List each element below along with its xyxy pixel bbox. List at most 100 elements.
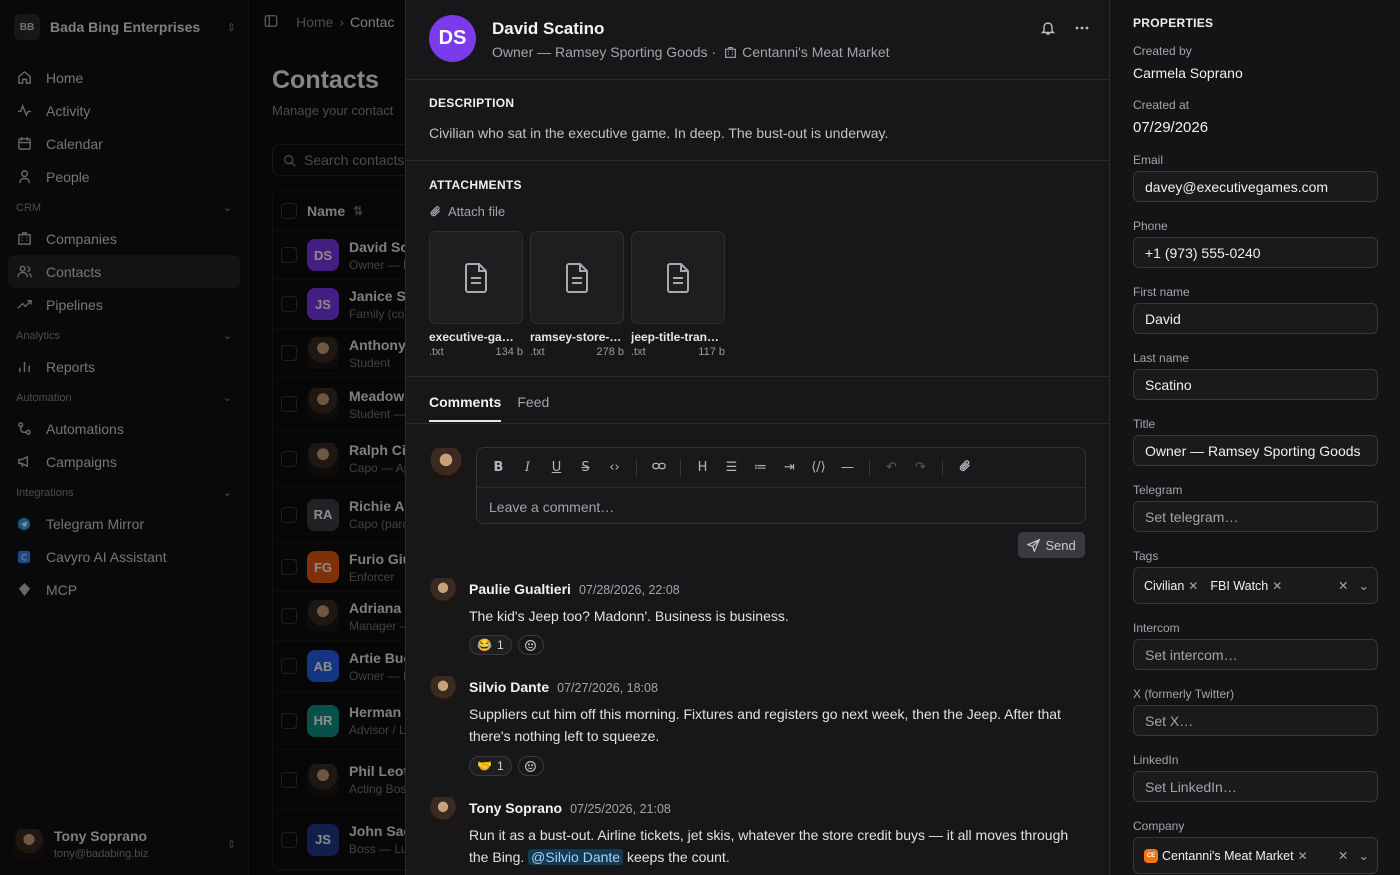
table-row[interactable]: DS David Sc Owner — R bbox=[273, 231, 410, 280]
remove-company-icon[interactable]: ✕ bbox=[1298, 849, 1308, 863]
attachment-preview[interactable] bbox=[631, 231, 725, 324]
email-field[interactable]: davey@executivegames.com bbox=[1133, 171, 1378, 202]
add-reaction-icon[interactable] bbox=[517, 635, 544, 655]
nav-mcp[interactable]: MCP bbox=[8, 573, 240, 606]
row-checkbox[interactable] bbox=[281, 712, 297, 729]
user-mention[interactable]: @Silvio Dante bbox=[528, 849, 624, 865]
attachment-preview[interactable] bbox=[429, 231, 523, 324]
attachment-card[interactable]: ramsey-store-c… .txt 278 b bbox=[530, 231, 624, 358]
nav-section-analytics[interactable]: Analytics ⌄ bbox=[8, 321, 240, 350]
nav-cavyro[interactable]: C Cavyro AI Assistant bbox=[8, 540, 240, 573]
nav-section-integrations[interactable]: Integrations ⌄ bbox=[8, 478, 240, 507]
row-checkbox[interactable] bbox=[281, 608, 297, 624]
last-name-field[interactable]: Scatino bbox=[1133, 369, 1378, 400]
paperclip-icon[interactable] bbox=[957, 459, 972, 477]
nav-activity[interactable]: Activity bbox=[8, 94, 240, 127]
row-checkbox[interactable] bbox=[281, 450, 297, 467]
indent-icon[interactable]: ⇥ bbox=[782, 460, 797, 475]
undo-icon[interactable]: ↶ bbox=[884, 460, 899, 475]
reaction-chip[interactable]: 😂 1 bbox=[469, 635, 512, 655]
table-row[interactable]: JS Janice S Family (con bbox=[273, 280, 410, 329]
search-input[interactable]: Search contacts bbox=[272, 144, 410, 176]
reaction-chip[interactable]: 🤝 1 bbox=[469, 756, 512, 776]
linkedin-field[interactable]: Set LinkedIn… bbox=[1133, 771, 1378, 802]
row-checkbox[interactable] bbox=[281, 771, 297, 788]
attachment-card[interactable]: jeep-title-trans… .txt 117 b bbox=[631, 231, 725, 358]
numbered-list-icon[interactable]: ≔ bbox=[753, 460, 768, 475]
intercom-field[interactable]: Set intercom… bbox=[1133, 639, 1378, 670]
row-checkbox[interactable] bbox=[281, 247, 297, 263]
attachment-preview[interactable] bbox=[530, 231, 624, 324]
company-select[interactable]: CE Centanni's Meat Market ✕ ✕ ⌄ bbox=[1133, 837, 1378, 874]
row-checkbox[interactable] bbox=[281, 296, 297, 312]
title-field[interactable]: Owner — Ramsey Sporting Goods bbox=[1133, 435, 1378, 466]
bullet-list-icon[interactable]: ☰ bbox=[724, 460, 739, 475]
row-checkbox[interactable] bbox=[281, 506, 297, 523]
table-row[interactable]: RA Richie Ap Capo (paro bbox=[273, 487, 410, 543]
x-field[interactable]: Set X… bbox=[1133, 705, 1378, 736]
bell-icon[interactable] bbox=[1040, 20, 1056, 39]
nav-pipelines[interactable]: Pipelines bbox=[8, 288, 240, 321]
breadcrumb-home[interactable]: Home bbox=[296, 14, 333, 30]
table-row[interactable]: JS John Sac Boss — Lu bbox=[273, 810, 410, 870]
tab-feed[interactable]: Feed bbox=[517, 394, 549, 422]
send-button[interactable]: Send bbox=[1018, 532, 1085, 558]
table-row[interactable]: Adriana L Manager — bbox=[273, 592, 410, 641]
sidebar-toggle-icon[interactable] bbox=[264, 14, 278, 31]
table-row[interactable]: Meadow Student — bbox=[273, 378, 410, 431]
tab-comments[interactable]: Comments bbox=[429, 394, 502, 422]
description-text[interactable]: Civilian who sat in the executive game. … bbox=[429, 125, 888, 141]
row-checkbox[interactable] bbox=[281, 559, 297, 575]
italic-icon[interactable]: I bbox=[520, 460, 535, 475]
underline-icon[interactable]: U bbox=[549, 460, 564, 475]
nav-home[interactable]: Home bbox=[8, 61, 240, 94]
remove-tag-icon[interactable]: ✕ bbox=[1188, 579, 1198, 593]
telegram-field[interactable]: Set telegram… bbox=[1133, 501, 1378, 532]
comment-author[interactable]: Tony Soprano bbox=[469, 800, 562, 816]
table-row[interactable]: FG Furio Giu Enforcer bbox=[273, 543, 410, 592]
first-name-field[interactable]: David bbox=[1133, 303, 1378, 334]
strikethrough-icon[interactable]: S bbox=[578, 460, 593, 475]
redo-icon[interactable]: ↷ bbox=[913, 460, 928, 475]
chevron-down-icon[interactable]: ⌄ bbox=[1359, 848, 1369, 863]
table-row[interactable]: HR Herman F Advisor / L bbox=[273, 692, 410, 750]
nav-reports[interactable]: Reports bbox=[8, 350, 240, 383]
nav-companies[interactable]: Companies bbox=[8, 222, 240, 255]
comment-author[interactable]: Paulie Gualtieri bbox=[469, 581, 571, 597]
table-row[interactable]: Ralph Ci Capo — Ap bbox=[273, 431, 410, 487]
attach-file-button[interactable]: Attach file bbox=[429, 204, 505, 219]
nav-campaigns[interactable]: Campaigns bbox=[8, 445, 240, 478]
comment-author[interactable]: Silvio Dante bbox=[469, 679, 549, 695]
row-checkbox[interactable] bbox=[281, 658, 297, 674]
nav-section-crm[interactable]: CRM ⌄ bbox=[8, 193, 240, 222]
sort-icon[interactable]: ⇅ bbox=[353, 204, 363, 218]
code-icon[interactable]: ‹› bbox=[607, 460, 622, 475]
nav-telegram[interactable]: Telegram Mirror bbox=[8, 507, 240, 540]
remove-tag-icon[interactable]: ✕ bbox=[1272, 579, 1282, 593]
clear-icon[interactable]: ✕ bbox=[1338, 578, 1348, 593]
chevron-down-icon[interactable]: ⌄ bbox=[1359, 578, 1369, 593]
attachment-card[interactable]: executive-gam… .txt 134 b bbox=[429, 231, 523, 358]
nav-people[interactable]: People bbox=[8, 160, 240, 193]
code-block-icon[interactable]: ⟨/⟩ bbox=[811, 460, 826, 475]
add-reaction-icon[interactable] bbox=[517, 756, 544, 776]
comment-input[interactable]: Leave a comment… bbox=[477, 488, 1085, 526]
phone-field[interactable]: +1 (973) 555-0240 bbox=[1133, 237, 1378, 268]
clear-icon[interactable]: ✕ bbox=[1338, 848, 1348, 863]
select-all-checkbox[interactable] bbox=[281, 202, 297, 219]
row-checkbox[interactable] bbox=[281, 396, 297, 412]
nav-contacts[interactable]: Contacts bbox=[8, 255, 240, 288]
horizontal-rule-icon[interactable]: — bbox=[840, 460, 855, 475]
nav-calendar[interactable]: Calendar bbox=[8, 127, 240, 160]
workspace-switcher[interactable]: BB Bada Bing Enterprises ⇕ bbox=[14, 13, 236, 41]
row-checkbox[interactable] bbox=[281, 831, 297, 848]
nav-section-automation[interactable]: Automation ⌄ bbox=[8, 383, 240, 412]
user-menu[interactable]: Tony Soprano tony@badabing.biz ⇕ bbox=[14, 824, 236, 864]
heading-icon[interactable]: H bbox=[695, 460, 710, 475]
bold-icon[interactable]: B bbox=[491, 460, 506, 475]
tags-select[interactable]: Civilian ✕ FBI Watch ✕ ✕ ⌄ bbox=[1133, 567, 1378, 604]
row-checkbox[interactable] bbox=[281, 345, 297, 361]
table-row[interactable]: AB Artie Buc Owner — N bbox=[273, 641, 410, 692]
link-icon[interactable] bbox=[651, 459, 666, 477]
more-options-icon[interactable] bbox=[1074, 20, 1090, 39]
